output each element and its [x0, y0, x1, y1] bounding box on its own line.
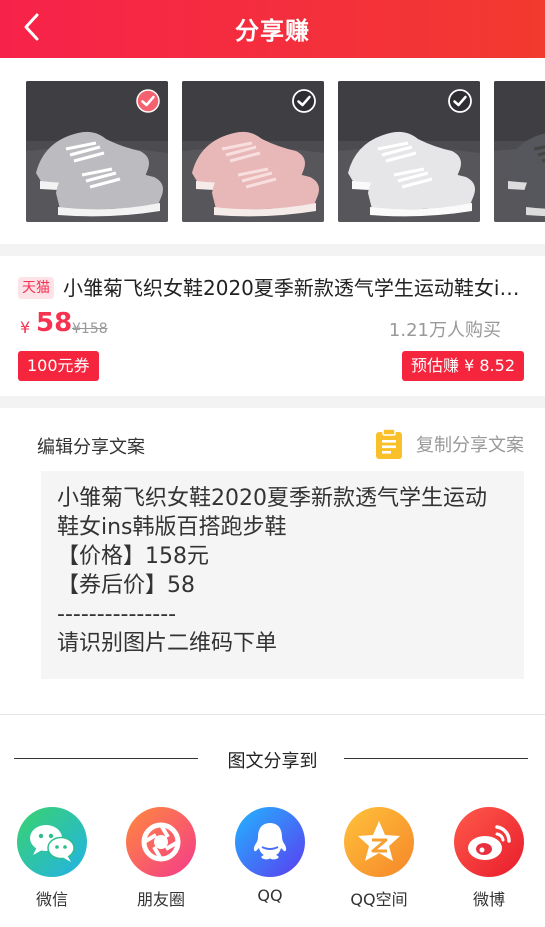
unchecked-icon[interactable]: [292, 89, 316, 113]
sold-count: 1.21万人购买: [388, 320, 501, 341]
copy-line-instruction: 请识别图片二维码下单: [57, 631, 278, 656]
share-header: 图文分享到: [0, 745, 545, 775]
divider: [0, 396, 545, 408]
header-bar: 分享赚: [0, 0, 545, 58]
share-label: QQ空间: [350, 890, 408, 909]
wechat-icon: [17, 807, 87, 877]
edit-copy-label: 编辑分享文案: [37, 437, 145, 458]
shop-tag: 天猫: [18, 277, 54, 299]
original-price: ¥158: [72, 321, 108, 337]
share-text-editor[interactable]: 小雏菊飞织女鞋2020夏季新款透气学生运动鞋女ins韩版百搭跑步鞋 【价格】15…: [41, 471, 524, 679]
share-qzone-button[interactable]: QQ空间: [334, 807, 424, 910]
share-title: 图文分享到: [227, 751, 318, 772]
share-copy-section: 编辑分享文案 复制分享文案 小雏菊飞织女鞋2020夏季新款透气学生运动鞋女ins…: [0, 408, 545, 714]
product-thumbnail[interactable]: [494, 81, 545, 222]
checked-icon[interactable]: [136, 89, 160, 113]
product-thumbnail[interactable]: [182, 81, 324, 222]
copy-line-title: 小雏菊飞织女鞋2020夏季新款透气学生运动鞋女ins韩版百搭跑步鞋: [57, 486, 487, 540]
coupon-badge: 100元券: [18, 351, 99, 381]
moments-icon: [126, 807, 196, 877]
share-label: 朋友圈: [136, 890, 185, 909]
share-weibo-button[interactable]: 微博: [444, 807, 534, 910]
share-label: 微信: [35, 890, 68, 909]
product-title: 小雏菊飞织女鞋2020夏季新款透气学生运动鞋女ins韩版百搭跑步鞋: [63, 276, 523, 300]
copy-line-separator: ---------------: [57, 602, 177, 627]
share-label: 微博: [472, 890, 505, 909]
divider-line: [344, 758, 528, 759]
estimated-earn-badge: 预估赚 ¥ 8.52: [402, 351, 524, 381]
product-info: 天猫 小雏菊飞织女鞋2020夏季新款透气学生运动鞋女ins韩版百搭跑步鞋 ¥ 5…: [0, 256, 545, 396]
divider: [0, 714, 545, 715]
weibo-icon: [454, 807, 524, 877]
copy-line-price: 【价格】158元: [57, 544, 209, 569]
coupon-price: 58: [36, 308, 73, 338]
divider: [0, 244, 545, 256]
copy-text-label: 复制分享文案: [416, 435, 524, 456]
clipboard-icon: [376, 428, 402, 459]
product-thumbnail[interactable]: [338, 81, 480, 222]
share-qq-button[interactable]: QQ: [225, 807, 315, 905]
share-moments-button[interactable]: 朋友圈: [116, 807, 206, 910]
price-symbol: ¥: [20, 318, 31, 337]
qq-icon: [235, 807, 305, 877]
share-label: QQ: [257, 886, 283, 905]
share-wechat-button[interactable]: 微信: [7, 807, 97, 910]
copy-line-coupon-price: 【券后价】58: [57, 573, 195, 598]
product-image-strip[interactable]: [0, 58, 545, 244]
product-thumbnail[interactable]: [26, 81, 168, 222]
copy-text-button[interactable]: 复制分享文案: [374, 427, 524, 461]
qzone-star-icon: [344, 807, 414, 877]
unchecked-icon[interactable]: [448, 89, 472, 113]
page-title: 分享赚: [235, 17, 310, 45]
sneaker-image: [494, 81, 545, 222]
